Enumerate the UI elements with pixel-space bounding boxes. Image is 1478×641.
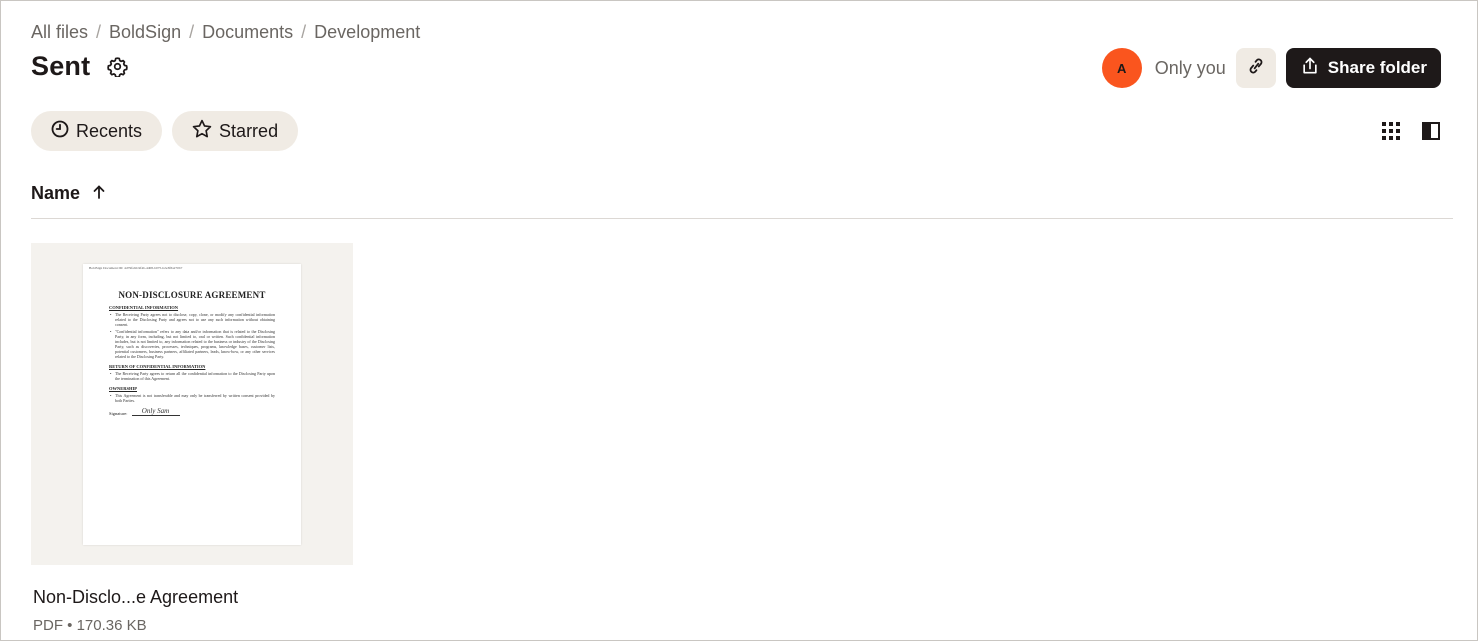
breadcrumb-item-all-files[interactable]: All files: [31, 22, 88, 43]
doc-bullet: "Confidential information" refers to any…: [110, 329, 275, 359]
breadcrumb: All files / BoldSign / Documents / Devel…: [31, 22, 420, 43]
arrow-up-icon: [92, 183, 106, 204]
breadcrumb-item-development[interactable]: Development: [314, 22, 420, 43]
doc-section-heading: RETURN OF CONFIDENTIAL INFORMATION: [109, 364, 206, 369]
pdf-page-preview: BoldSign Document ID: 4d79fab0-9f4b-4d08…: [83, 264, 301, 545]
starred-label: Starred: [219, 120, 279, 141]
breadcrumb-separator: /: [301, 22, 307, 42]
grid-view-icon[interactable]: [1381, 121, 1401, 141]
share-folder-button[interactable]: Share folder: [1285, 48, 1441, 88]
filter-chips: Recents Starred: [31, 111, 299, 151]
share-folder-label: Share folder: [1327, 58, 1427, 77]
name-column-label: Name: [31, 183, 81, 203]
link-icon: [1245, 55, 1267, 82]
side-panel-toggle-icon[interactable]: [1421, 121, 1441, 141]
breadcrumb-item-boldsign[interactable]: BoldSign: [109, 22, 181, 43]
sharing-status: Only you: [1154, 57, 1226, 78]
doc-bullet: The Receiving Party agrees not to disclo…: [110, 312, 275, 327]
doc-title: NON-DISCLOSURE AGREEMENT: [118, 290, 266, 300]
starred-chip[interactable]: Starred: [172, 111, 299, 151]
doc-bullet: This Agreement is not transferable and m…: [110, 393, 275, 403]
view-controls: [1381, 121, 1441, 141]
doc-bullet: The Receiving Party agrees to return all…: [110, 371, 275, 381]
avatar[interactable]: A: [1101, 48, 1142, 88]
app-frame: All files / BoldSign / Documents / Devel…: [0, 0, 1478, 641]
title-row: Sent: [31, 51, 128, 82]
doc-signature-row: Signature: Only Sam: [109, 408, 295, 416]
recents-chip[interactable]: Recents: [31, 111, 163, 151]
upload-share-icon: [1300, 56, 1320, 81]
doc-section-heading: OWNERSHIP: [109, 386, 138, 391]
page-title: Sent: [31, 51, 91, 81]
sort-by-name-header[interactable]: Name: [31, 183, 106, 204]
breadcrumb-item-documents[interactable]: Documents: [202, 22, 293, 43]
clock-icon: [50, 119, 70, 144]
file-card[interactable]: BoldSign Document ID: 4d79fab0-9f4b-4d08…: [31, 243, 353, 634]
file-meta: PDF • 170.36 KB: [33, 617, 147, 634]
file-thumbnail[interactable]: BoldSign Document ID: 4d79fab0-9f4b-4d08…: [31, 243, 353, 565]
header-divider: [31, 218, 1453, 219]
breadcrumb-separator: /: [96, 22, 102, 42]
doc-signature: Only Sam: [131, 408, 180, 416]
doc-section-heading: CONFIDENTIAL INFORMATION: [109, 305, 179, 310]
breadcrumb-separator: /: [189, 22, 195, 42]
star-icon: [191, 118, 213, 145]
copy-link-button[interactable]: [1235, 48, 1276, 88]
doc-header-line: BoldSign Document ID: 4d79fab0-9f4b-4d08…: [89, 266, 183, 270]
recents-label: Recents: [76, 120, 143, 141]
doc-signature-label: Signature:: [109, 411, 128, 416]
share-area: A Only you Share folder: [1101, 48, 1441, 88]
file-name[interactable]: Non-Disclo...e Agreement: [33, 587, 353, 608]
folder-settings-gear-icon[interactable]: [106, 56, 128, 78]
